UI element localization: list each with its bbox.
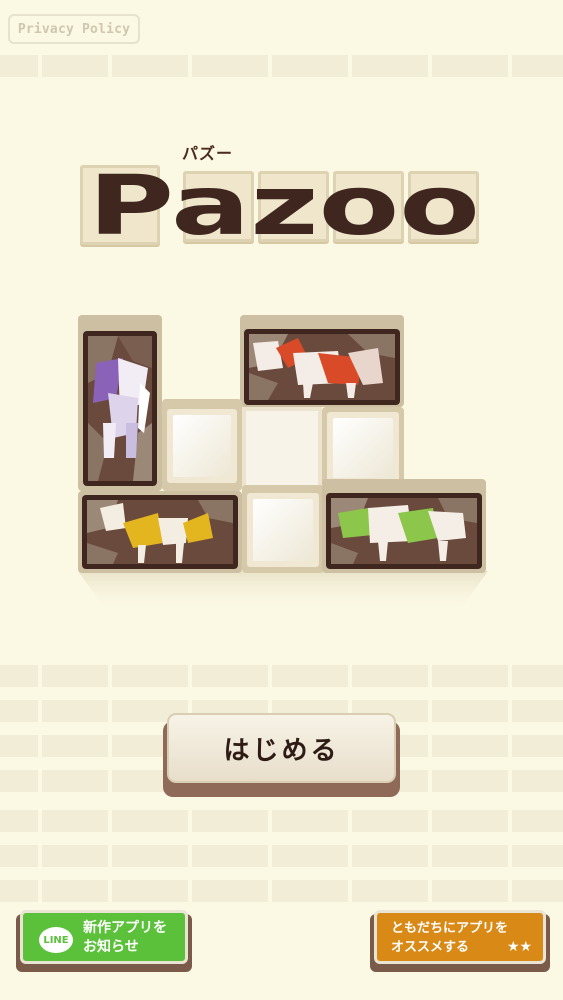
start-button[interactable]: はじめる [163, 713, 400, 797]
line-button-label-1: 新作アプリを [83, 920, 167, 936]
line-button-label-2: お知らせ [83, 939, 139, 955]
cow-tile[interactable] [322, 479, 486, 573]
share-button-label: ともだちにアプリを オススメする [391, 919, 508, 957]
empty-tile-3[interactable] [322, 407, 404, 491]
puzzle-board [78, 315, 488, 613]
line-button-label: 新作アプリを お知らせ [83, 919, 167, 957]
line-new-apps-button[interactable]: LINE 新作アプリを お知らせ [16, 910, 192, 972]
privacy-policy-button[interactable]: Privacy Policy [8, 14, 140, 44]
star-icon: ★★ [507, 939, 533, 955]
logo-title: Pazoo [88, 159, 480, 250]
empty-tile-1[interactable] [162, 399, 242, 491]
line-icon: LINE [39, 927, 73, 953]
empty-tile-2[interactable] [242, 407, 322, 491]
goat-tile[interactable] [78, 491, 242, 573]
line-button-face: LINE 新作アプリを お知らせ [20, 910, 188, 964]
game-logo: パズー Pazoo [80, 140, 480, 250]
share-button-label-1: ともだちにアプリを [391, 921, 509, 936]
svg-text:Pazoo: Pazoo [88, 159, 480, 250]
empty-tile-4[interactable] [242, 485, 324, 573]
start-button-label: はじめる [167, 713, 396, 783]
elephant-tile[interactable] [78, 315, 162, 491]
recommend-to-friends-button[interactable]: ともだちにアプリを オススメする ★★ [370, 910, 550, 972]
share-button-face: ともだちにアプリを オススメする ★★ [374, 910, 546, 964]
share-button-label-2: オススメする [391, 940, 470, 955]
bull-tile[interactable] [240, 315, 404, 407]
